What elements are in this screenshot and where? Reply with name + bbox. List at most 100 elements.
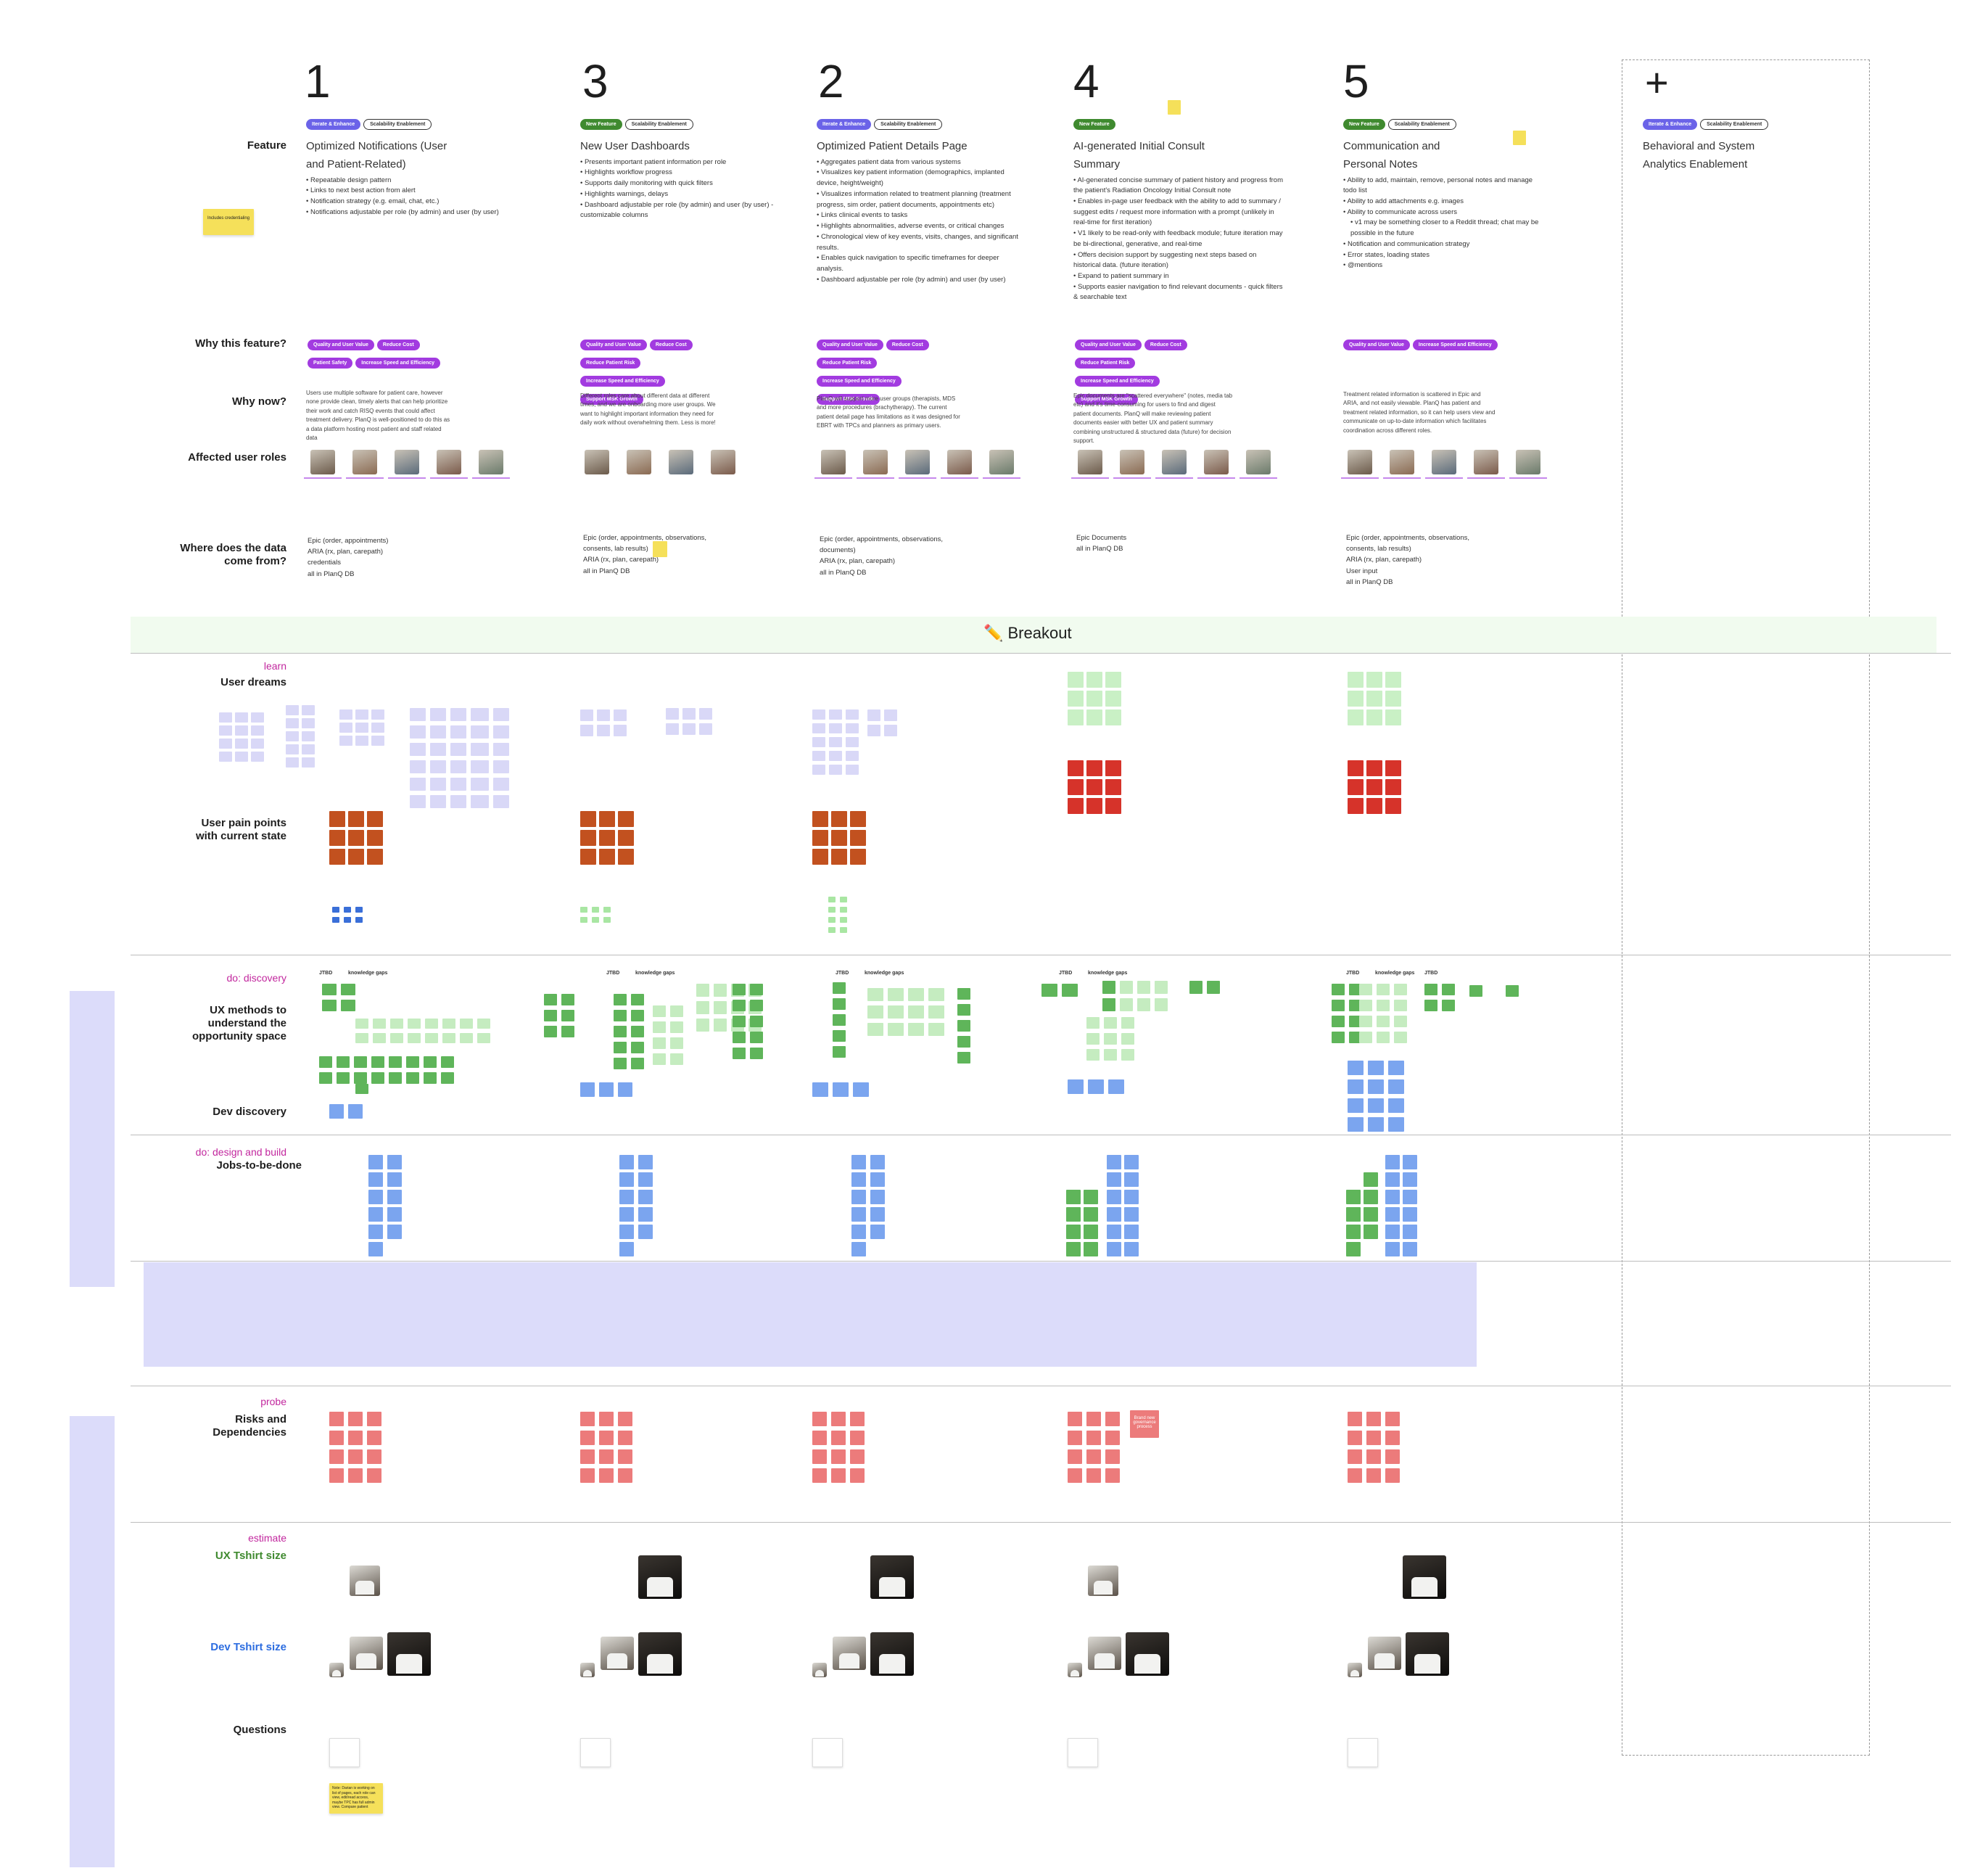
sticky-note[interactable] (368, 1242, 383, 1256)
sticky-note[interactable] (1385, 1449, 1400, 1464)
sticky-note[interactable] (1084, 1242, 1098, 1256)
sticky-note[interactable] (638, 1207, 653, 1222)
sticky-note[interactable] (450, 708, 466, 721)
sticky-note[interactable] (850, 1468, 865, 1483)
sticky-note[interactable] (1359, 1000, 1372, 1011)
sticky-note[interactable] (1366, 1449, 1381, 1464)
dev-size-small-image[interactable] (1088, 1637, 1121, 1670)
sticky-note[interactable] (957, 988, 970, 1000)
sticky-note[interactable] (1348, 1431, 1362, 1445)
sticky-note[interactable] (831, 1449, 846, 1464)
sticky-note[interactable] (666, 708, 679, 720)
sticky-note[interactable] (1385, 1190, 1400, 1204)
sticky-note[interactable] (1104, 1017, 1117, 1029)
sticky-note[interactable] (831, 849, 847, 865)
sticky-note[interactable] (833, 1030, 846, 1042)
sticky-note[interactable] (1107, 1242, 1121, 1256)
sticky-note[interactable] (870, 1172, 885, 1187)
sticky-note[interactable] (851, 1155, 866, 1169)
dev-size-large-image[interactable] (870, 1632, 914, 1676)
ux-size-small-image[interactable] (1088, 1566, 1118, 1596)
sticky-note[interactable] (286, 757, 299, 768)
sticky-note[interactable] (286, 731, 299, 741)
sticky-note[interactable] (812, 849, 828, 865)
sticky-note[interactable] (1359, 1016, 1372, 1027)
sticky-note[interactable] (870, 1155, 885, 1169)
sticky-note[interactable] (850, 1449, 865, 1464)
sticky-note[interactable] (1442, 1000, 1455, 1011)
sticky-note[interactable] (1121, 1049, 1134, 1061)
sticky-note[interactable] (618, 1468, 632, 1483)
sticky-note[interactable] (544, 1010, 557, 1021)
sticky-note[interactable] (1086, 760, 1102, 776)
dev-size-small-image[interactable] (1368, 1637, 1401, 1670)
sticky-note[interactable] (410, 760, 426, 773)
sticky-note[interactable] (851, 1172, 866, 1187)
sticky-note[interactable] (430, 708, 446, 721)
sticky-note[interactable] (870, 1190, 885, 1204)
sticky-note[interactable] (430, 760, 446, 773)
dev-size-xs-image[interactable] (580, 1663, 595, 1677)
sticky-note[interactable] (699, 723, 712, 735)
sticky-note[interactable] (341, 984, 355, 995)
sticky-note[interactable] (1084, 1190, 1098, 1204)
sticky-note[interactable] (430, 795, 446, 808)
sticky-note[interactable] (957, 1004, 970, 1016)
sticky-note[interactable] (599, 830, 615, 846)
sticky-note[interactable] (603, 917, 611, 923)
sticky-note[interactable] (957, 1036, 970, 1048)
sticky-note[interactable] (1442, 984, 1455, 995)
sticky-note[interactable] (348, 1412, 363, 1426)
sticky-note[interactable] (355, 917, 363, 923)
sticky-note[interactable] (833, 998, 846, 1010)
sticky-note[interactable] (1348, 709, 1364, 725)
ux-size-large-image[interactable] (870, 1555, 914, 1599)
sticky-note[interactable] (1348, 779, 1364, 795)
dev-size-small-image[interactable] (350, 1637, 383, 1670)
sticky-note[interactable] (1086, 1017, 1100, 1029)
sticky-note[interactable] (840, 897, 847, 902)
sticky-note[interactable] (235, 752, 248, 762)
sticky-note[interactable] (319, 1072, 332, 1084)
sticky-note[interactable] (355, 1019, 368, 1029)
sticky-note[interactable] (450, 795, 466, 808)
sticky-note[interactable] (1424, 984, 1437, 995)
sticky-note[interactable] (580, 1449, 595, 1464)
sticky-note[interactable] (1068, 691, 1084, 707)
sticky-note[interactable] (599, 1082, 614, 1097)
sticky-note[interactable] (373, 1033, 386, 1043)
sticky-note[interactable] (1068, 1468, 1082, 1483)
sticky-note[interactable] (329, 1412, 344, 1426)
sticky-note[interactable] (867, 1005, 883, 1019)
sticky-note[interactable] (1062, 984, 1078, 997)
sticky-note[interactable] (831, 811, 847, 827)
sticky-note[interactable] (846, 737, 859, 747)
sticky-note[interactable] (339, 736, 352, 746)
sticky-note[interactable] (614, 1010, 627, 1021)
sticky-note[interactable] (477, 1033, 490, 1043)
sticky-note[interactable] (410, 725, 426, 739)
sticky-note[interactable] (867, 988, 883, 1001)
sticky-note[interactable] (1368, 1079, 1384, 1094)
sticky-note[interactable] (846, 709, 859, 720)
sticky-note[interactable] (348, 1468, 363, 1483)
sticky-note[interactable] (1377, 1016, 1390, 1027)
sticky-note[interactable] (561, 994, 574, 1005)
sticky-note[interactable] (1155, 981, 1168, 994)
sticky-note[interactable] (682, 723, 696, 735)
sticky-note[interactable] (618, 1082, 632, 1097)
sticky-note[interactable] (733, 1000, 746, 1011)
sticky-note[interactable] (580, 725, 593, 736)
sticky-note[interactable] (928, 1005, 944, 1019)
sticky-note[interactable] (1155, 998, 1168, 1011)
sticky-note[interactable] (493, 795, 509, 808)
sticky-note[interactable] (493, 778, 509, 791)
sticky-note[interactable] (1105, 1412, 1120, 1426)
sticky-note[interactable] (833, 1014, 846, 1026)
sticky-note[interactable] (1424, 1000, 1437, 1011)
sticky-note[interactable]: Includes credentialing (203, 209, 254, 235)
sticky-note[interactable] (410, 795, 426, 808)
sticky-note[interactable] (599, 1431, 614, 1445)
sticky-note[interactable] (614, 1042, 627, 1053)
sticky-note[interactable] (1120, 981, 1133, 994)
